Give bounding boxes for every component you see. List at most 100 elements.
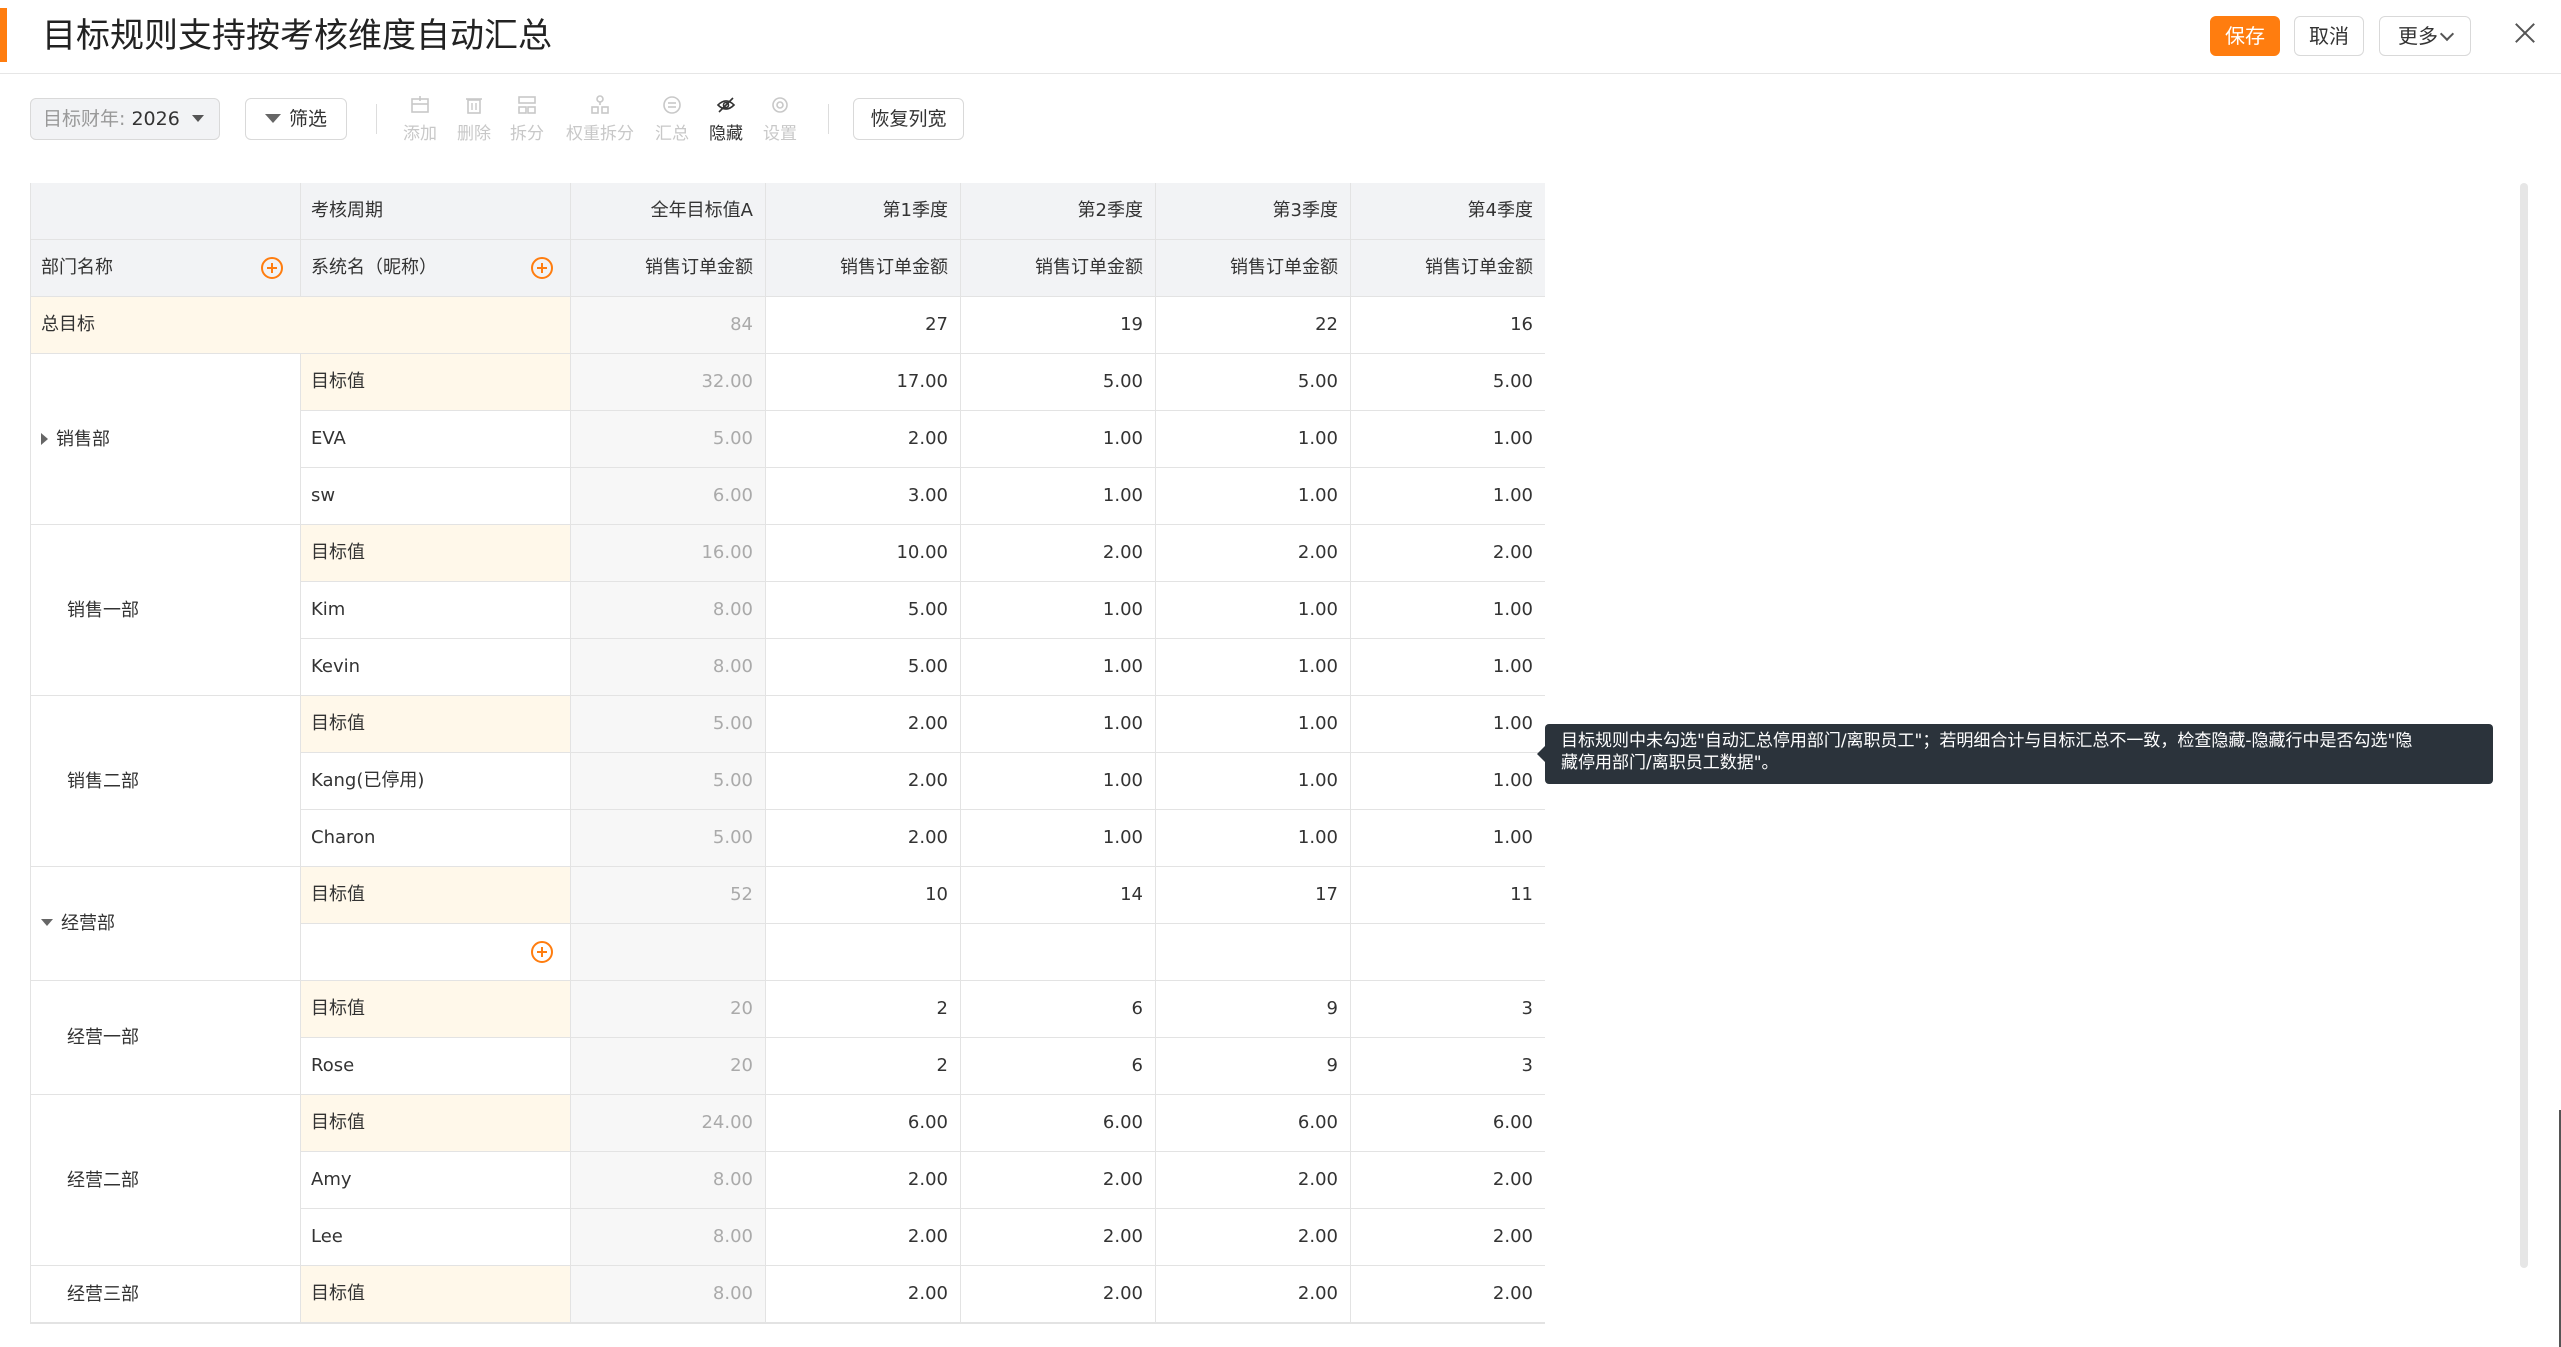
value-cell[interactable]: 1.00 [961, 468, 1156, 525]
value-cell: 6.00 [961, 1095, 1156, 1152]
weight-split-tool[interactable]: 权重拆分 [562, 95, 638, 155]
total-value-4: 16 [1351, 297, 1545, 354]
value-cell[interactable]: 1.00 [961, 639, 1156, 696]
dept-name: 经营三部 [67, 1284, 139, 1305]
value-cell[interactable]: 2.00 [766, 1209, 961, 1266]
value-cell[interactable]: 9 [1156, 1038, 1351, 1095]
value-cell: 2 [766, 981, 961, 1038]
value-cell[interactable]: 1.00 [1156, 411, 1351, 468]
value-cell[interactable]: 5.00 [766, 639, 961, 696]
value-cell: 8.00 [571, 1152, 766, 1209]
value-cell[interactable]: 3.00 [766, 468, 961, 525]
close-icon[interactable] [2512, 20, 2538, 46]
value-cell[interactable]: 2.00 [1156, 1152, 1351, 1209]
header-metric-0: 销售订单金额 [571, 240, 766, 297]
value-cell: 1.00 [1351, 696, 1545, 753]
value-cell[interactable]: 2.00 [766, 810, 961, 867]
value-cell[interactable]: 1.00 [1351, 411, 1545, 468]
value-cell[interactable]: 2 [766, 1038, 961, 1095]
vertical-scrollbar[interactable] [2520, 183, 2528, 1268]
value-cell: 10.00 [766, 525, 961, 582]
value-cell[interactable]: 1.00 [1156, 582, 1351, 639]
summary-tool[interactable]: 汇总 [652, 95, 692, 155]
value-cell[interactable]: 2.00 [961, 1152, 1156, 1209]
split-tool[interactable]: 拆分 [507, 95, 547, 155]
delete-tool[interactable]: 删除 [454, 95, 494, 155]
filter-button[interactable]: 筛选 [245, 98, 347, 140]
value-cell[interactable]: 5.00 [766, 582, 961, 639]
value-cell[interactable]: 1.00 [1351, 468, 1545, 525]
value-cell[interactable]: 1.00 [1156, 639, 1351, 696]
value-cell[interactable]: 1.00 [1351, 753, 1545, 810]
value-cell[interactable]: 1.00 [1156, 753, 1351, 810]
value-cell[interactable]: 1.00 [961, 810, 1156, 867]
value-cell[interactable]: 3 [1351, 1038, 1545, 1095]
member-name: Kim [301, 582, 571, 639]
add-member-icon[interactable] [531, 257, 553, 279]
value-cell[interactable]: 6 [961, 1038, 1156, 1095]
dept-name: 销售一部 [67, 600, 139, 621]
header-dept-name: 部门名称 [31, 240, 301, 297]
value-cell[interactable]: 1.00 [961, 753, 1156, 810]
value-cell[interactable]: 1.00 [1156, 468, 1351, 525]
target-row-label: 目标值 [301, 354, 571, 411]
value-cell: 8.00 [571, 582, 766, 639]
add-member-icon[interactable] [531, 941, 553, 963]
value-cell[interactable]: 2.00 [1351, 1209, 1545, 1266]
value-cell[interactable] [1156, 924, 1351, 981]
value-cell[interactable]: 1.00 [1351, 639, 1545, 696]
value-cell: 9 [1156, 981, 1351, 1038]
save-button[interactable]: 保存 [2210, 16, 2280, 56]
fiscal-year-value: 2026 [131, 108, 180, 130]
value-cell[interactable]: 1.00 [1351, 582, 1545, 639]
member-name: Rose [301, 1038, 571, 1095]
add-tool[interactable]: 添加 [400, 95, 440, 155]
value-cell[interactable]: 2.00 [766, 411, 961, 468]
weight-split-icon [591, 95, 609, 114]
value-cell[interactable]: 2.00 [961, 1209, 1156, 1266]
member-name: Lee [301, 1209, 571, 1266]
value-cell[interactable]: 1.00 [1351, 810, 1545, 867]
value-cell[interactable] [1351, 924, 1545, 981]
member-name: Amy [301, 1152, 571, 1209]
value-cell: 5.00 [1156, 354, 1351, 411]
value-cell[interactable]: 1.00 [1156, 810, 1351, 867]
restore-column-width-button[interactable]: 恢复列宽 [853, 98, 964, 140]
total-value-0: 84 [571, 297, 766, 354]
header-period-2: 第2季度 [961, 183, 1156, 240]
value-cell[interactable] [766, 924, 961, 981]
header-metric-2: 销售订单金额 [961, 240, 1156, 297]
more-button[interactable]: 更多 [2379, 16, 2471, 56]
fiscal-year-select[interactable]: 目标财年: 2026 [30, 98, 220, 140]
value-cell: 5.00 [571, 696, 766, 753]
member-name: EVA [301, 411, 571, 468]
header-metric-3: 销售订单金额 [1156, 240, 1351, 297]
value-cell: 8.00 [571, 1209, 766, 1266]
settings-tool[interactable]: 设置 [760, 95, 800, 155]
value-cell[interactable]: 1.00 [961, 582, 1156, 639]
add-dept-icon[interactable] [261, 257, 283, 279]
header-period-label: 考核周期 [301, 183, 571, 240]
value-cell[interactable]: 2.00 [1156, 1209, 1351, 1266]
collapse-arrow-icon[interactable] [41, 919, 53, 926]
hint-tooltip: 目标规则中未勾选"自动汇总停用部门/离职员工"；若明细合计与目标汇总不一致，检查… [1537, 724, 2493, 784]
value-cell: 2.00 [1156, 525, 1351, 582]
value-cell[interactable] [961, 924, 1156, 981]
value-cell[interactable]: 2.00 [766, 1152, 961, 1209]
value-cell: 6.00 [1156, 1095, 1351, 1152]
value-cell[interactable]: 1.00 [961, 411, 1156, 468]
tooltip-line-1: 目标规则中未勾选"自动汇总停用部门/离职员工"；若明细合计与目标汇总不一致，检查… [1561, 731, 2413, 751]
value-cell: 6.00 [1351, 1095, 1545, 1152]
hide-tool[interactable]: 隐藏 [706, 95, 746, 155]
value-cell[interactable]: 2.00 [766, 753, 961, 810]
value-cell: 10 [766, 867, 961, 924]
expand-arrow-icon[interactable] [41, 433, 48, 445]
accent-bar [0, 8, 7, 62]
header-period-1: 第1季度 [766, 183, 961, 240]
header-period-3: 第3季度 [1156, 183, 1351, 240]
value-cell[interactable]: 2.00 [1351, 1152, 1545, 1209]
header-dept-label: 部门名称 [41, 257, 113, 278]
target-row-label: 目标值 [301, 981, 571, 1038]
value-cell: 8.00 [571, 1266, 766, 1323]
cancel-button[interactable]: 取消 [2294, 16, 2364, 56]
